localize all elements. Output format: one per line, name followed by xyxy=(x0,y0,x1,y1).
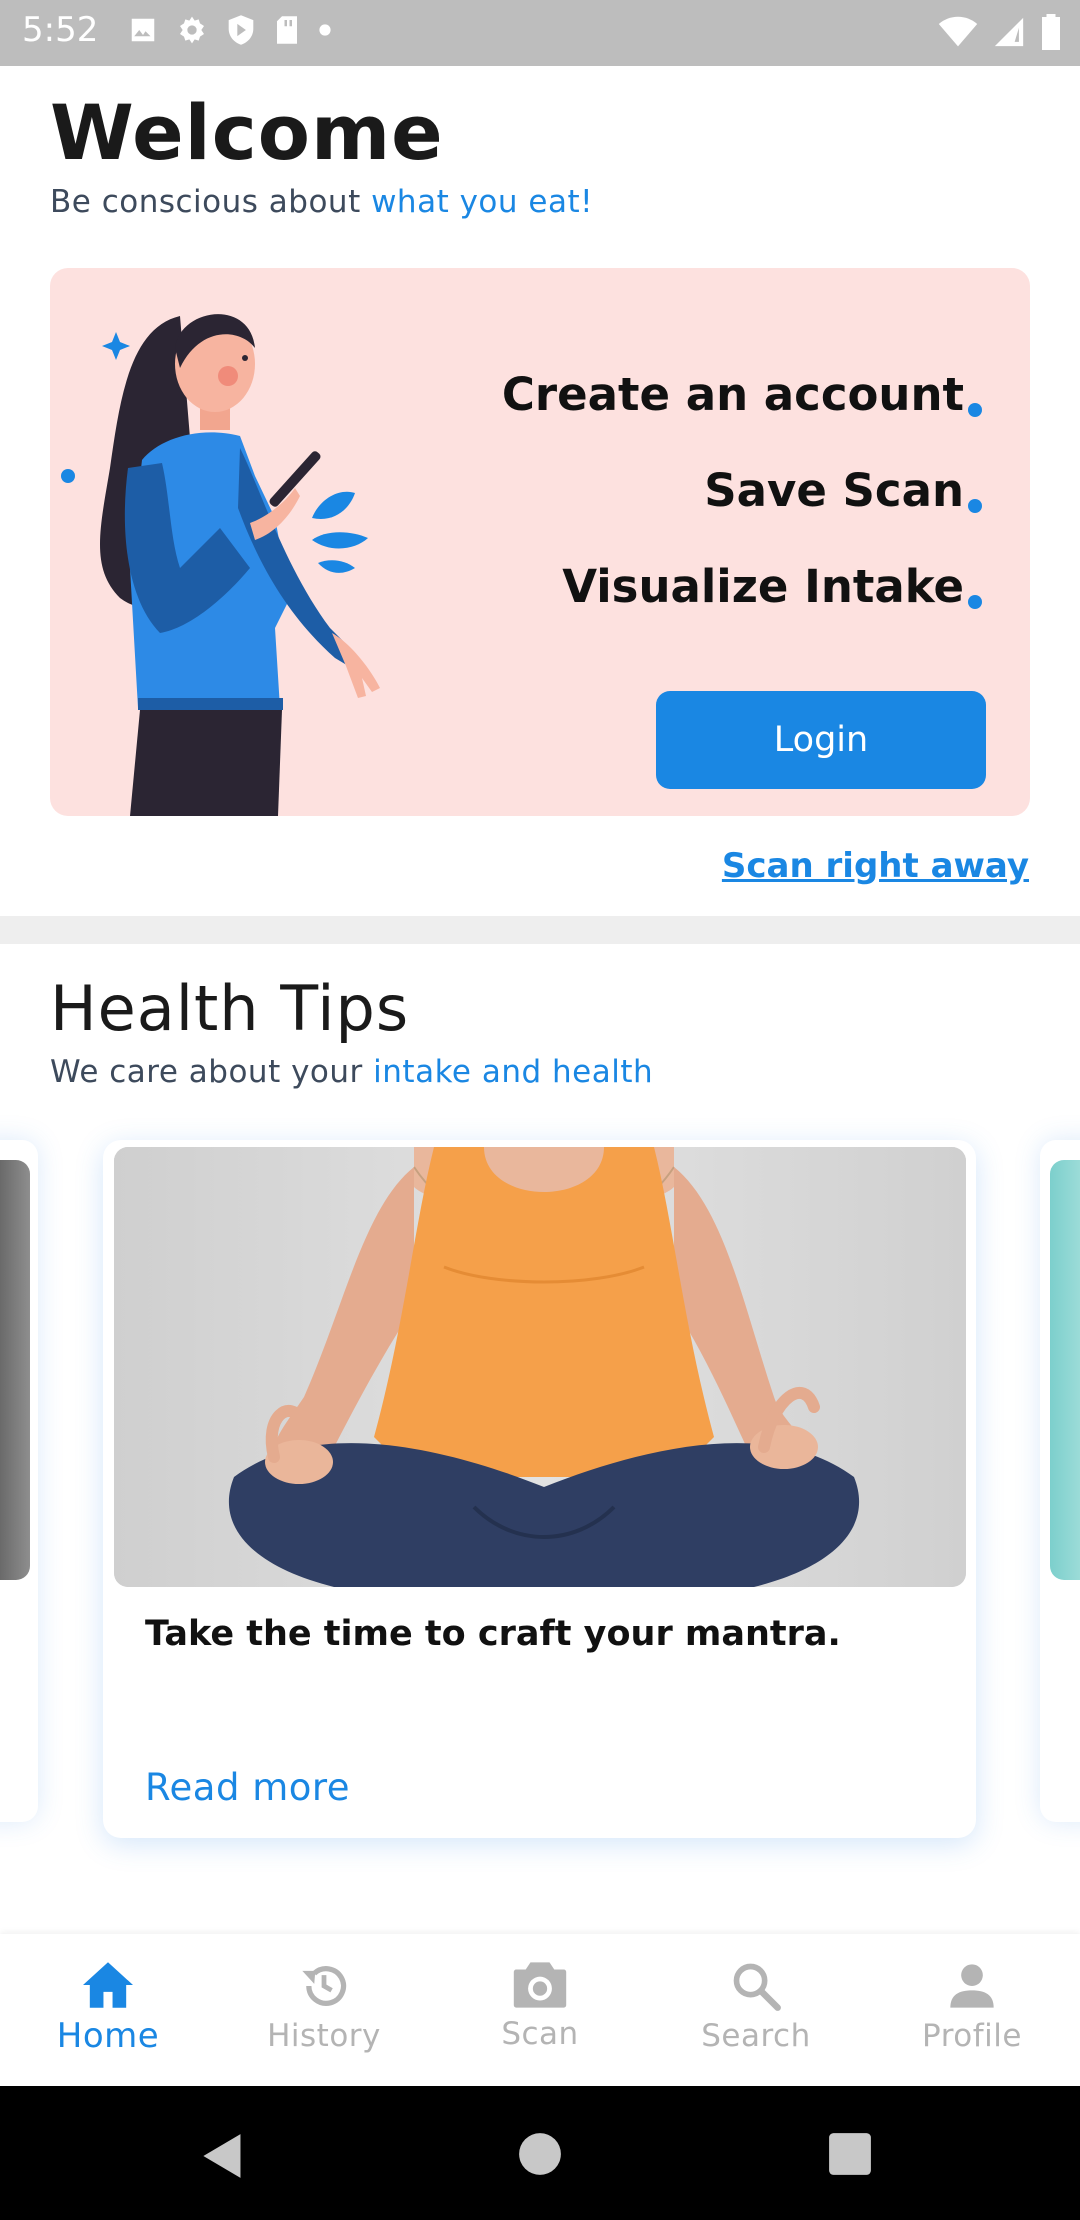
status-time: 5:52 xyxy=(22,10,99,50)
person-icon xyxy=(950,1964,994,2008)
bullet-dot xyxy=(968,595,982,609)
home-icon xyxy=(83,1962,133,2008)
bullet-dot xyxy=(968,499,982,513)
health-tips-subtitle-accent: intake and health xyxy=(373,1054,654,1090)
feature-create-account: Create an account xyxy=(502,368,982,421)
notification-icons xyxy=(128,14,332,46)
woman-with-phone-illustration xyxy=(61,314,380,816)
login-button[interactable]: Login xyxy=(656,691,986,789)
nav-label: Scan xyxy=(501,2016,579,2052)
nav-scan[interactable]: Scan xyxy=(432,1934,648,2086)
recents-icon[interactable] xyxy=(828,2132,872,2176)
section-divider xyxy=(0,916,1080,944)
feature-save-scan: Save Scan xyxy=(704,464,982,517)
next-tip-card[interactable] xyxy=(1040,1140,1080,1822)
scan-right-away-link[interactable]: Scan right away xyxy=(722,846,1029,886)
nav-profile[interactable]: Profile xyxy=(864,1934,1080,2086)
feature-label: Create an account xyxy=(501,368,964,421)
previous-tip-image xyxy=(0,1160,30,1580)
health-tips-title: Health Tips xyxy=(50,972,410,1045)
tip-card[interactable]: Take the time to craft your mantra. Read… xyxy=(103,1140,976,1838)
gear-icon xyxy=(180,16,204,44)
nav-home[interactable]: Home xyxy=(0,1934,216,2086)
next-tip-image xyxy=(1050,1160,1080,1580)
nav-label: Home xyxy=(56,2016,160,2056)
bullet-dot xyxy=(968,403,982,417)
health-tips-subtitle: We care about your intake and health xyxy=(50,1054,653,1090)
welcome-subtitle-plain: Be conscious about xyxy=(50,184,372,220)
feature-label: Save Scan xyxy=(704,464,964,517)
nav-label: Search xyxy=(701,2018,811,2054)
feature-visualize-intake: Visualize Intake xyxy=(562,560,982,613)
nav-label: Profile xyxy=(922,2018,1022,2054)
system-navigation-bar xyxy=(0,2086,1080,2220)
bottom-navigation: Home History Scan Search Profile xyxy=(0,1934,1080,2086)
image-icon xyxy=(131,18,155,42)
status-bar: 5:52 xyxy=(0,0,1080,66)
feature-label: Visualize Intake xyxy=(562,560,964,613)
signal-icon xyxy=(994,17,1024,47)
nav-label: History xyxy=(267,2018,381,2054)
welcome-title: Welcome xyxy=(50,88,444,177)
battery-icon xyxy=(1042,14,1060,50)
tip-title: Take the time to craft your mantra. xyxy=(145,1614,841,1654)
system-icons xyxy=(938,14,1062,50)
wifi-icon xyxy=(938,16,978,47)
history-icon xyxy=(302,1966,347,2006)
sd-card-icon xyxy=(277,16,297,44)
nav-search[interactable]: Search xyxy=(648,1934,864,2086)
health-tips-subtitle-plain: We care about your xyxy=(50,1054,374,1090)
camera-icon xyxy=(513,1962,567,2008)
read-more-link[interactable]: Read more xyxy=(145,1766,350,1809)
hero-card: Create an account Save Scan Visualize In… xyxy=(50,268,1030,816)
back-icon[interactable] xyxy=(200,2132,246,2180)
dot-icon xyxy=(319,24,331,36)
nav-history[interactable]: History xyxy=(216,1934,432,2086)
meditation-photo xyxy=(114,1147,966,1587)
previous-tip-card[interactable] xyxy=(0,1140,38,1822)
home-circle-icon[interactable] xyxy=(518,2132,562,2176)
welcome-subtitle: Be conscious about what you eat! xyxy=(50,184,593,220)
shield-play-icon xyxy=(228,15,254,45)
welcome-subtitle-accent: what you eat! xyxy=(371,184,594,220)
search-icon xyxy=(733,1963,781,2011)
